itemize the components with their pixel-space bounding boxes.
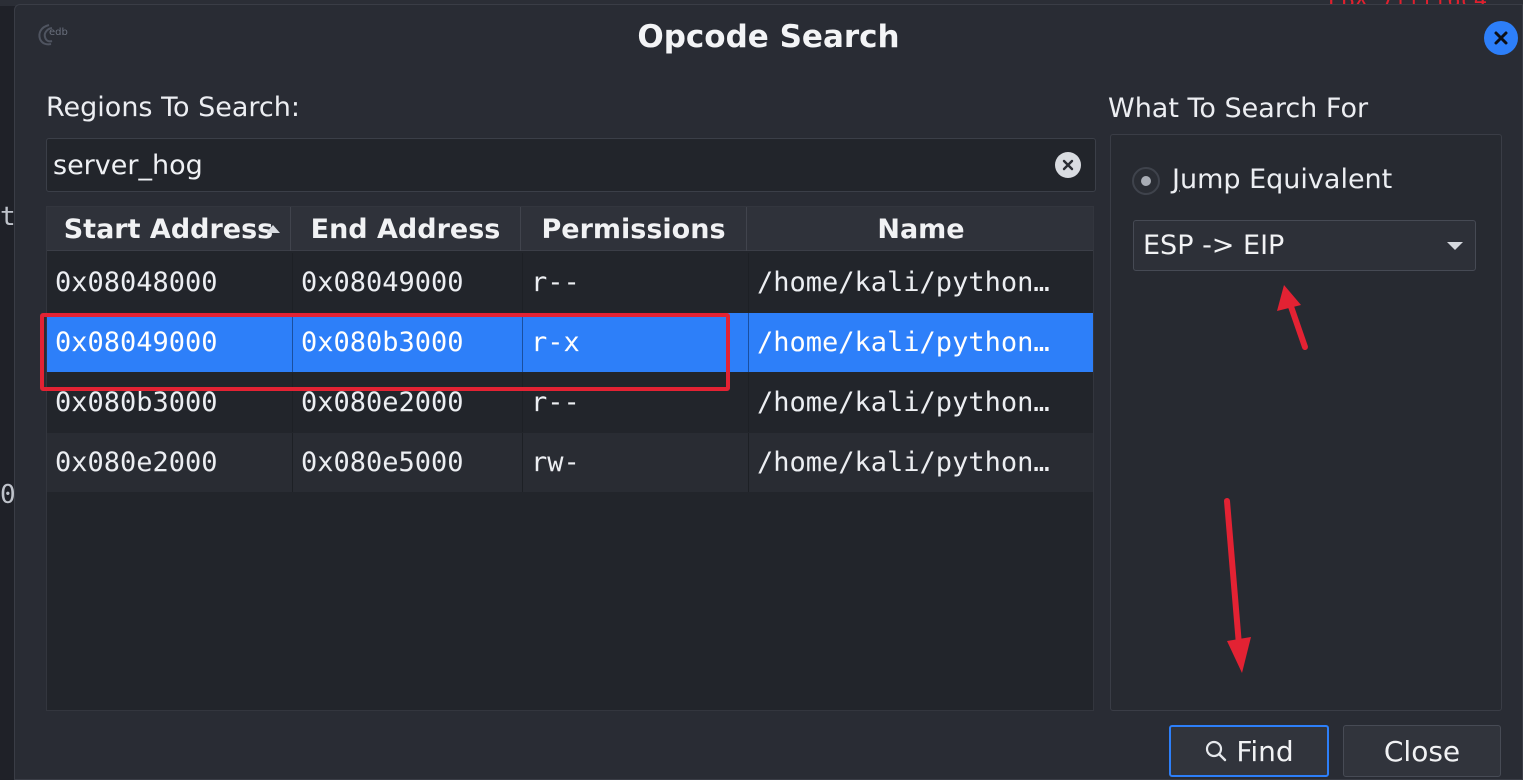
find-button-label: Find: [1236, 734, 1294, 768]
title-bar[interactable]: edb Opcode Search: [15, 5, 1522, 67]
name-cell: /home/kali/python…: [757, 327, 1050, 358]
start-address-cell: 0x080e2000: [47, 433, 293, 492]
end-address-cell: 0x08049000: [293, 253, 523, 312]
permissions-cell: rw-: [523, 433, 749, 492]
dialog-title: Opcode Search: [637, 19, 900, 55]
column-header-permissions[interactable]: Permissions: [521, 207, 747, 251]
close-window-button[interactable]: [1484, 21, 1518, 55]
name-cell: /home/kali/python…: [757, 267, 1050, 298]
chevron-down-icon: [1447, 242, 1463, 250]
find-button[interactable]: Find: [1169, 725, 1329, 777]
column-header-name[interactable]: Name: [747, 207, 1095, 251]
column-header-label: Start Address: [63, 213, 274, 245]
search-icon: [1206, 740, 1227, 762]
regions-label: Regions To Search:: [46, 92, 300, 123]
sort-ascending-icon: [266, 225, 280, 233]
column-header-label: Name: [877, 213, 965, 245]
jump-equivalent-radio[interactable]: [1132, 167, 1160, 195]
clear-icon: [1062, 159, 1074, 171]
annotation-arrow-up: [1277, 285, 1308, 350]
name-cell: /home/kali/python…: [757, 387, 1050, 418]
close-icon: [1494, 31, 1508, 45]
column-header-end-address[interactable]: End Address: [291, 207, 521, 251]
annotation-arrow-down: [1224, 498, 1251, 673]
clear-filter-button[interactable]: [1055, 152, 1081, 178]
table-row[interactable]: 0x08048000 0x08049000 r-- /home/kali/pyt…: [47, 253, 1093, 312]
permissions-cell: r--: [523, 253, 749, 312]
opcode-pattern-select[interactable]: ESP -> EIP: [1133, 220, 1476, 271]
regions-table: Start Address End Address Permissions Na…: [46, 206, 1094, 711]
mnemonic-letter: J: [1172, 164, 1180, 195]
close-button-label: Close: [1383, 734, 1461, 768]
table-header: Start Address End Address Permissions Na…: [47, 207, 1093, 251]
radio-dot-icon: [1141, 176, 1151, 186]
close-button[interactable]: Close: [1343, 725, 1501, 777]
region-filter-field[interactable]: [46, 138, 1096, 192]
region-filter-input[interactable]: [47, 139, 1037, 191]
column-header-label: Permissions: [541, 213, 726, 245]
opcode-search-dialog: edb Opcode Search Regions To Search: Sta…: [14, 4, 1523, 780]
column-header-start-address[interactable]: Start Address: [47, 207, 291, 251]
column-header-label: End Address: [310, 213, 501, 245]
selected-pattern: ESP -> EIP: [1143, 230, 1285, 261]
end-address-cell: 0x080e5000: [293, 433, 523, 492]
jump-equivalent-label[interactable]: Jump Equivalent: [1172, 164, 1392, 195]
highlight-annotation-box: [40, 313, 730, 391]
start-address-cell: 0x08048000: [47, 253, 293, 312]
radio-label-text: ump Equivalent: [1179, 164, 1393, 195]
table-row[interactable]: 0x080e2000 0x080e5000 rw- /home/kali/pyt…: [47, 433, 1093, 492]
search-for-label: What To Search For: [1108, 93, 1369, 124]
name-cell: /home/kali/python…: [757, 447, 1050, 478]
